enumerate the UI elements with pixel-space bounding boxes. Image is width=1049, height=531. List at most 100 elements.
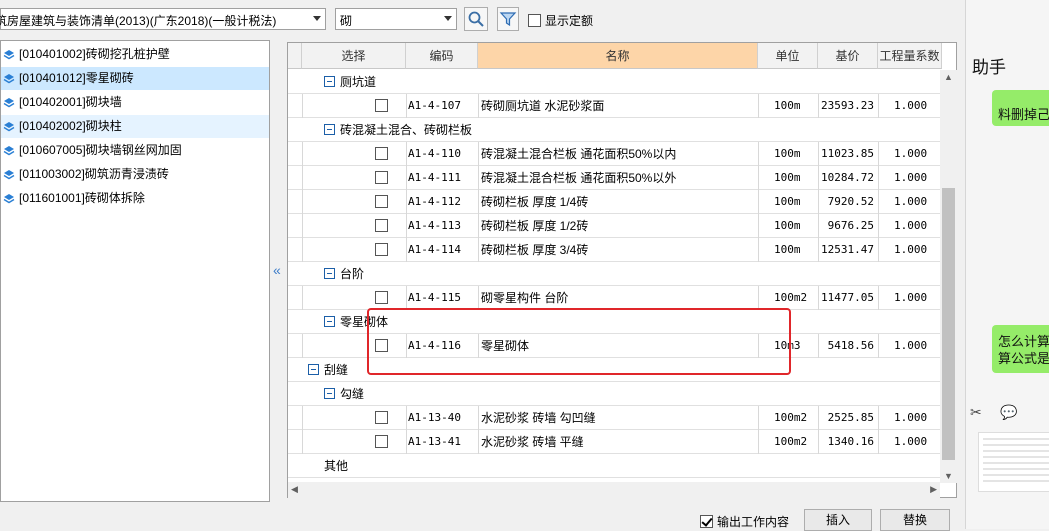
row-select-checkbox[interactable]: [375, 147, 388, 160]
grid-line: [478, 406, 479, 430]
grid-line: [758, 166, 759, 190]
collapse-icon[interactable]: [324, 124, 335, 135]
scrollbar-thumb[interactable]: [942, 188, 955, 460]
row-select-checkbox[interactable]: [375, 99, 388, 112]
grid-line: [478, 238, 479, 262]
tree-item-label: [011003002]砌筑沥青浸渍砖: [19, 167, 169, 181]
chat-bubble-text: 怎么计算: [998, 334, 1049, 349]
group-row[interactable]: 其他: [288, 454, 942, 478]
row-name: 砖混凝土混合栏板 通花面积50%以内: [481, 147, 677, 161]
comment-icon[interactable]: 💬: [1000, 404, 1017, 421]
group-row[interactable]: 台阶: [288, 262, 942, 286]
scroll-left-icon[interactable]: ◀: [291, 484, 298, 495]
row-coef: 1.000: [894, 435, 928, 448]
panel-splitter[interactable]: «: [271, 40, 287, 502]
scroll-up-icon[interactable]: ▲: [944, 72, 953, 82]
grid-line: [818, 238, 819, 262]
grid-line: [878, 334, 879, 358]
show-quota-toggle[interactable]: 显示定额: [528, 12, 593, 29]
row-code: A1-4-110: [408, 147, 461, 160]
table-row[interactable]: A1-13-41 水泥砂浆 砖墙 平缝 100m2 1340.16 1.000: [288, 430, 942, 454]
chat-bubble: 料删掉己: [992, 90, 1049, 126]
grid-line: [406, 142, 407, 166]
collapse-icon[interactable]: [324, 316, 335, 327]
table-row[interactable]: A1-4-111 砖混凝土混合栏板 通花面积50%以外 100m 10284.72 1.…: [288, 166, 942, 190]
grid-line: [406, 238, 407, 262]
table-row[interactable]: A1-4-110 砖混凝土混合栏板 通花面积50%以内 100m 11023.85 1.…: [288, 142, 942, 166]
tree-item[interactable]: [011601001]砖砌体拆除: [1, 187, 269, 210]
grid-line: [818, 286, 819, 310]
tree-item[interactable]: [011003002]砌筑沥青浸渍砖: [1, 163, 269, 186]
row-unit: 100m: [774, 147, 801, 160]
filter-icon: [499, 12, 517, 27]
vertical-scrollbar[interactable]: ▲ ▼: [940, 70, 957, 483]
table-row[interactable]: A1-4-112 砖砌栏板 厚度 1/4砖 100m 7920.52 1.000: [288, 190, 942, 214]
header-corner: [288, 43, 302, 69]
row-select-checkbox[interactable]: [375, 435, 388, 448]
show-quota-checkbox[interactable]: [528, 14, 541, 27]
search-combo[interactable]: 砌: [335, 8, 457, 30]
row-select-checkbox[interactable]: [375, 243, 388, 256]
tree-item[interactable]: [010401002]砖砌挖孔桩护壁: [1, 43, 269, 66]
row-select-checkbox[interactable]: [375, 291, 388, 304]
group-row[interactable]: 勾缝: [288, 382, 942, 406]
output-work-content-checkbox[interactable]: [700, 515, 713, 528]
collapse-icon[interactable]: [308, 364, 319, 375]
row-price: 7920.52: [827, 195, 874, 208]
header-code: 编码: [406, 43, 478, 69]
tree-item[interactable]: [010607005]砌块墙钢丝网加固: [1, 139, 269, 162]
group-row[interactable]: 砖混凝土混合、砖砌栏板: [288, 118, 942, 142]
table-row[interactable]: A1-4-114 砖砌栏板 厚度 3/4砖 100m 12531.47 1.000: [288, 238, 942, 262]
row-name: 砖混凝土混合栏板 通花面积50%以外: [481, 171, 677, 185]
collapse-icon[interactable]: [324, 268, 335, 279]
horizontal-scrollbar[interactable]: ◀ ▶: [288, 482, 940, 498]
row-coef: 1.000: [894, 339, 928, 352]
grid-line: [478, 142, 479, 166]
table-row[interactable]: A1-4-115 砌零星构件 台阶 100m2 11477.05 1.000: [288, 286, 942, 310]
grid-line: [878, 430, 879, 454]
group-label: 台阶: [340, 267, 365, 281]
show-quota-label: 显示定额: [545, 14, 594, 28]
assistant-title: 助手: [972, 58, 1006, 77]
chevron-down-icon: [444, 16, 452, 21]
grid-line: [758, 406, 759, 430]
tree-item-label: [010402002]砌块柱: [19, 119, 122, 133]
scroll-down-icon[interactable]: ▼: [944, 471, 953, 481]
library-select[interactable]: 建筑房屋建筑与装饰清单(2013)(广东2018)(一般计税法): [0, 8, 326, 30]
tree-item[interactable]: [010402002]砌块柱: [1, 115, 269, 138]
table-row[interactable]: A1-13-40 水泥砂浆 砖墙 勾凹缝 100m2 2525.85 1.000: [288, 406, 942, 430]
group-row[interactable]: 厕坑道: [288, 70, 942, 94]
row-code: A1-4-114: [408, 243, 461, 256]
search-button[interactable]: [464, 7, 488, 31]
insert-button[interactable]: 插入: [804, 509, 872, 531]
grid-line: [302, 142, 303, 166]
scissors-icon[interactable]: ✂: [970, 404, 982, 421]
tree-item[interactable]: [010401012]零星砌砖: [1, 67, 269, 90]
row-unit: 100m: [774, 243, 801, 256]
table-row[interactable]: A1-4-113 砖砌栏板 厚度 1/2砖 100m 9676.25 1.000: [288, 214, 942, 238]
replace-button[interactable]: 替换: [880, 509, 950, 531]
collapse-icon[interactable]: [324, 76, 335, 87]
grid-line: [758, 142, 759, 166]
table-row[interactable]: A1-4-107 砖砌厕坑道 水泥砂浆面 100m 23593.23 1.000: [288, 94, 942, 118]
image-thumbnail[interactable]: [978, 432, 1049, 492]
row-price: 11477.05: [821, 291, 874, 304]
highlight-annotation: [367, 308, 791, 375]
collapse-arrow-icon[interactable]: «: [273, 262, 281, 278]
row-select-checkbox[interactable]: [375, 195, 388, 208]
row-price: 11023.85: [821, 147, 874, 160]
grid-line: [478, 166, 479, 190]
collapse-icon[interactable]: [324, 388, 335, 399]
row-select-checkbox[interactable]: [375, 219, 388, 232]
tree-item[interactable]: [010402001]砌块墙: [1, 91, 269, 114]
grid-line: [758, 430, 759, 454]
grid-line: [878, 286, 879, 310]
filter-button[interactable]: [497, 7, 519, 31]
scroll-right-icon[interactable]: ▶: [930, 484, 937, 495]
output-work-content-toggle[interactable]: 输出工作内容: [700, 513, 789, 530]
row-name: 砌零星构件 台阶: [481, 291, 569, 305]
grid-line: [818, 166, 819, 190]
group-label: 刮缝: [324, 363, 349, 377]
row-select-checkbox[interactable]: [375, 171, 388, 184]
row-select-checkbox[interactable]: [375, 411, 388, 424]
